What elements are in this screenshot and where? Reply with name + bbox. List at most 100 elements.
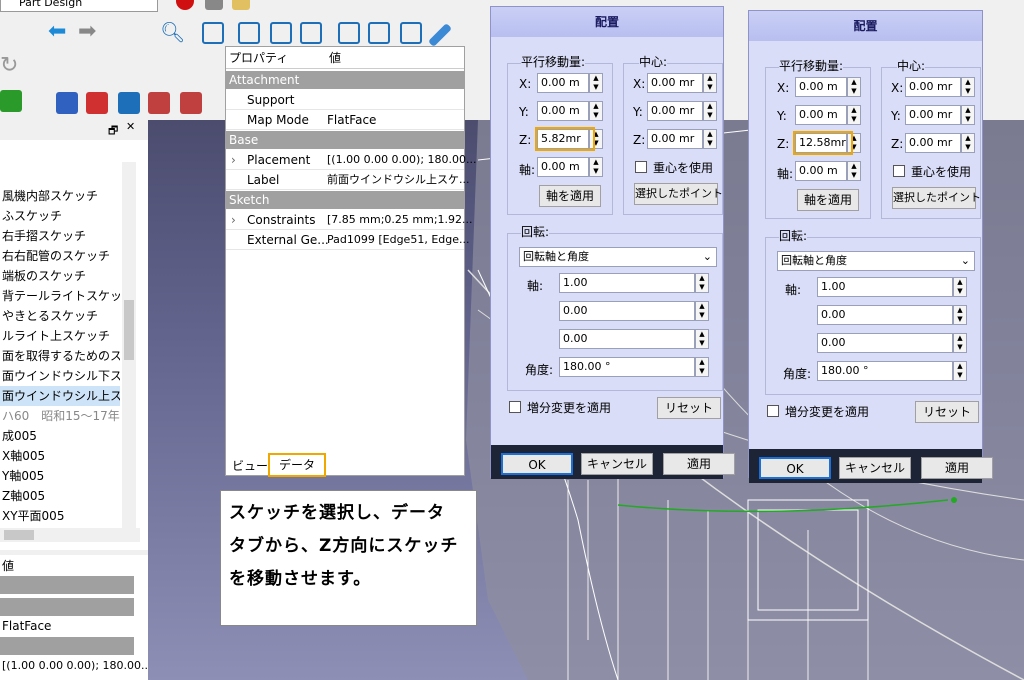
axis-y-spinner[interactable]: ▲ ▼ [953,305,967,325]
axis-t-spinner[interactable]: ▲ ▼ [847,161,861,181]
axis-y-field[interactable]: 0.00 [817,305,953,325]
tree-item[interactable]: やきとるスケッチ [0,306,120,326]
workbench-selector[interactable]: Part Design [0,0,158,12]
expand-icon[interactable]: › [231,150,236,170]
row-placement[interactable]: › Placement [(1.00 0.00 0.00); 180.00... [226,150,477,170]
arrow-left-icon[interactable]: ⬅ [48,21,70,44]
y-spinner[interactable]: ▲ ▼ [847,105,861,125]
clone-icon[interactable] [148,92,170,114]
tree-item[interactable]: 成005 [0,426,120,446]
rotation-mode-select[interactable]: 回転軸と角度 ⌄ [519,247,717,267]
axis-z-spinner[interactable]: ▲ ▼ [695,329,709,349]
axis-t-spinner[interactable]: ▲ ▼ [589,157,603,177]
tree-item[interactable]: ハ60 昭和15〜17年度半 [0,406,120,426]
axis-x-spinner[interactable]: ▲ ▼ [695,273,709,293]
group-attachment[interactable]: Attachment [226,71,464,89]
rotation-mode-select[interactable]: 回転軸と角度 ⌄ [777,251,975,271]
view-left-icon[interactable] [400,22,422,44]
refresh-icon[interactable]: ↻ [0,55,22,78]
tree-item[interactable]: 端板のスケッチ [0,266,120,286]
cy-spinner[interactable]: ▲ ▼ [703,101,717,121]
group-sketch[interactable]: Sketch [226,191,464,209]
selected-point-button[interactable]: 選択したポイント [634,183,723,205]
tab-data[interactable]: データ [268,453,326,477]
view-bottom-icon[interactable] [368,22,390,44]
incremental-checkbox[interactable] [509,401,521,413]
view-top-icon[interactable] [270,22,292,44]
ok-button[interactable]: OK [759,457,831,479]
cz-field[interactable]: 0.00 mr [647,129,703,149]
tree-item[interactable]: 右右配管のスケッチ [0,246,120,266]
incremental-checkbox[interactable] [767,405,779,417]
tree-scroll-thumb[interactable] [124,300,134,360]
row-external[interactable]: External Ge... Pad1099 [Edge51, Edge... [226,230,470,250]
axis-z-field[interactable]: 0.00 [817,333,953,353]
selected-point-button[interactable]: 選択したポイント [892,187,981,209]
apply-axis-button[interactable]: 軸を適用 [539,185,601,207]
body-icon[interactable] [56,92,78,114]
view-right-icon[interactable] [300,22,322,44]
reset-button[interactable]: リセット [915,401,979,423]
cz-field[interactable]: 0.00 mr [905,133,961,153]
x-field[interactable]: 0.00 m [795,77,847,97]
row-constraints[interactable]: › Constraints [7.85 mm;0.25 mm;1.92... [226,210,473,230]
row-mapmode[interactable]: Map Mode FlatFace [226,110,464,130]
ok-button[interactable]: OK [501,453,573,475]
tree-item[interactable]: 面ウインドウシル下スケッチ [0,366,120,386]
row-support[interactable]: Support [226,90,464,110]
angle-spinner[interactable]: ▲ ▼ [695,357,709,377]
import-icon[interactable] [118,92,140,114]
tree-item[interactable]: XY平面005 [0,506,120,526]
y-field[interactable]: 0.00 m [795,105,847,125]
cancel-button[interactable]: キャンセル [581,453,653,475]
angle-spinner[interactable]: ▲ ▼ [953,361,967,381]
x-field[interactable]: 0.00 m [537,73,589,93]
sketch-icon[interactable] [0,90,22,112]
tree-item[interactable]: ルライト上スケッチ [0,326,120,346]
zoom-icon[interactable]: 🔍︎ [160,22,185,44]
close-icon[interactable]: ✕ [126,120,135,133]
cancel-button[interactable]: キャンセル [839,457,911,479]
tree-scrollbar[interactable] [122,162,136,532]
tree-item[interactable]: ふスケッチ [0,206,120,226]
arrow-right-icon[interactable]: ➡ [78,21,100,44]
axis-z-field[interactable]: 0.00 [559,329,695,349]
axis-y-field[interactable]: 0.00 [559,301,695,321]
measure-icon[interactable] [427,22,453,48]
tree-item[interactable]: 風機内部スケッチ [0,186,120,206]
x-spinner[interactable]: ▲ ▼ [589,73,603,93]
expand-icon[interactable]: › [231,210,236,230]
group-base[interactable]: Base [226,131,464,149]
tree-item[interactable]: 右手摺スケッチ [0,226,120,246]
tree-item[interactable]: X軸005 [0,446,120,466]
y-spinner[interactable]: ▲ ▼ [589,101,603,121]
view-front-icon[interactable] [238,22,260,44]
tree-item[interactable]: Z軸005 [0,486,120,506]
view-iso-icon[interactable] [202,22,224,44]
subshape-icon[interactable] [180,92,202,114]
cx-spinner[interactable]: ▲ ▼ [961,77,975,97]
cy-spinner[interactable]: ▲ ▼ [961,105,975,125]
macro-icon[interactable] [205,0,223,10]
cx-spinner[interactable]: ▲ ▼ [703,73,717,93]
tab-view[interactable]: ビュー [232,457,268,474]
x-spinner[interactable]: ▲ ▼ [847,77,861,97]
axis-t-field[interactable]: 0.00 m [537,157,589,177]
apply-button[interactable]: 適用 [663,453,735,475]
tree-item[interactable]: Y軸005 [0,466,120,486]
reset-button[interactable]: リセット [657,397,721,419]
tree-hscroll[interactable] [0,528,140,542]
y-field[interactable]: 0.00 m [537,101,589,121]
tree-item[interactable]: 面を取得するためのスケッチ [0,346,120,366]
cy-field[interactable]: 0.00 mr [647,101,703,121]
cx-field[interactable]: 0.00 mr [647,73,703,93]
axis-x-field[interactable]: 1.00 [559,273,695,293]
axis-y-spinner[interactable]: ▲ ▼ [695,301,709,321]
shapebinder-icon[interactable] [86,92,108,114]
angle-field[interactable]: 180.00 ° [817,361,953,381]
tree-hscroll-thumb[interactable] [4,530,34,540]
stop-icon[interactable] [176,0,194,10]
use-com-checkbox[interactable] [635,161,647,173]
cx-field[interactable]: 0.00 mr [905,77,961,97]
use-com-checkbox[interactable] [893,165,905,177]
